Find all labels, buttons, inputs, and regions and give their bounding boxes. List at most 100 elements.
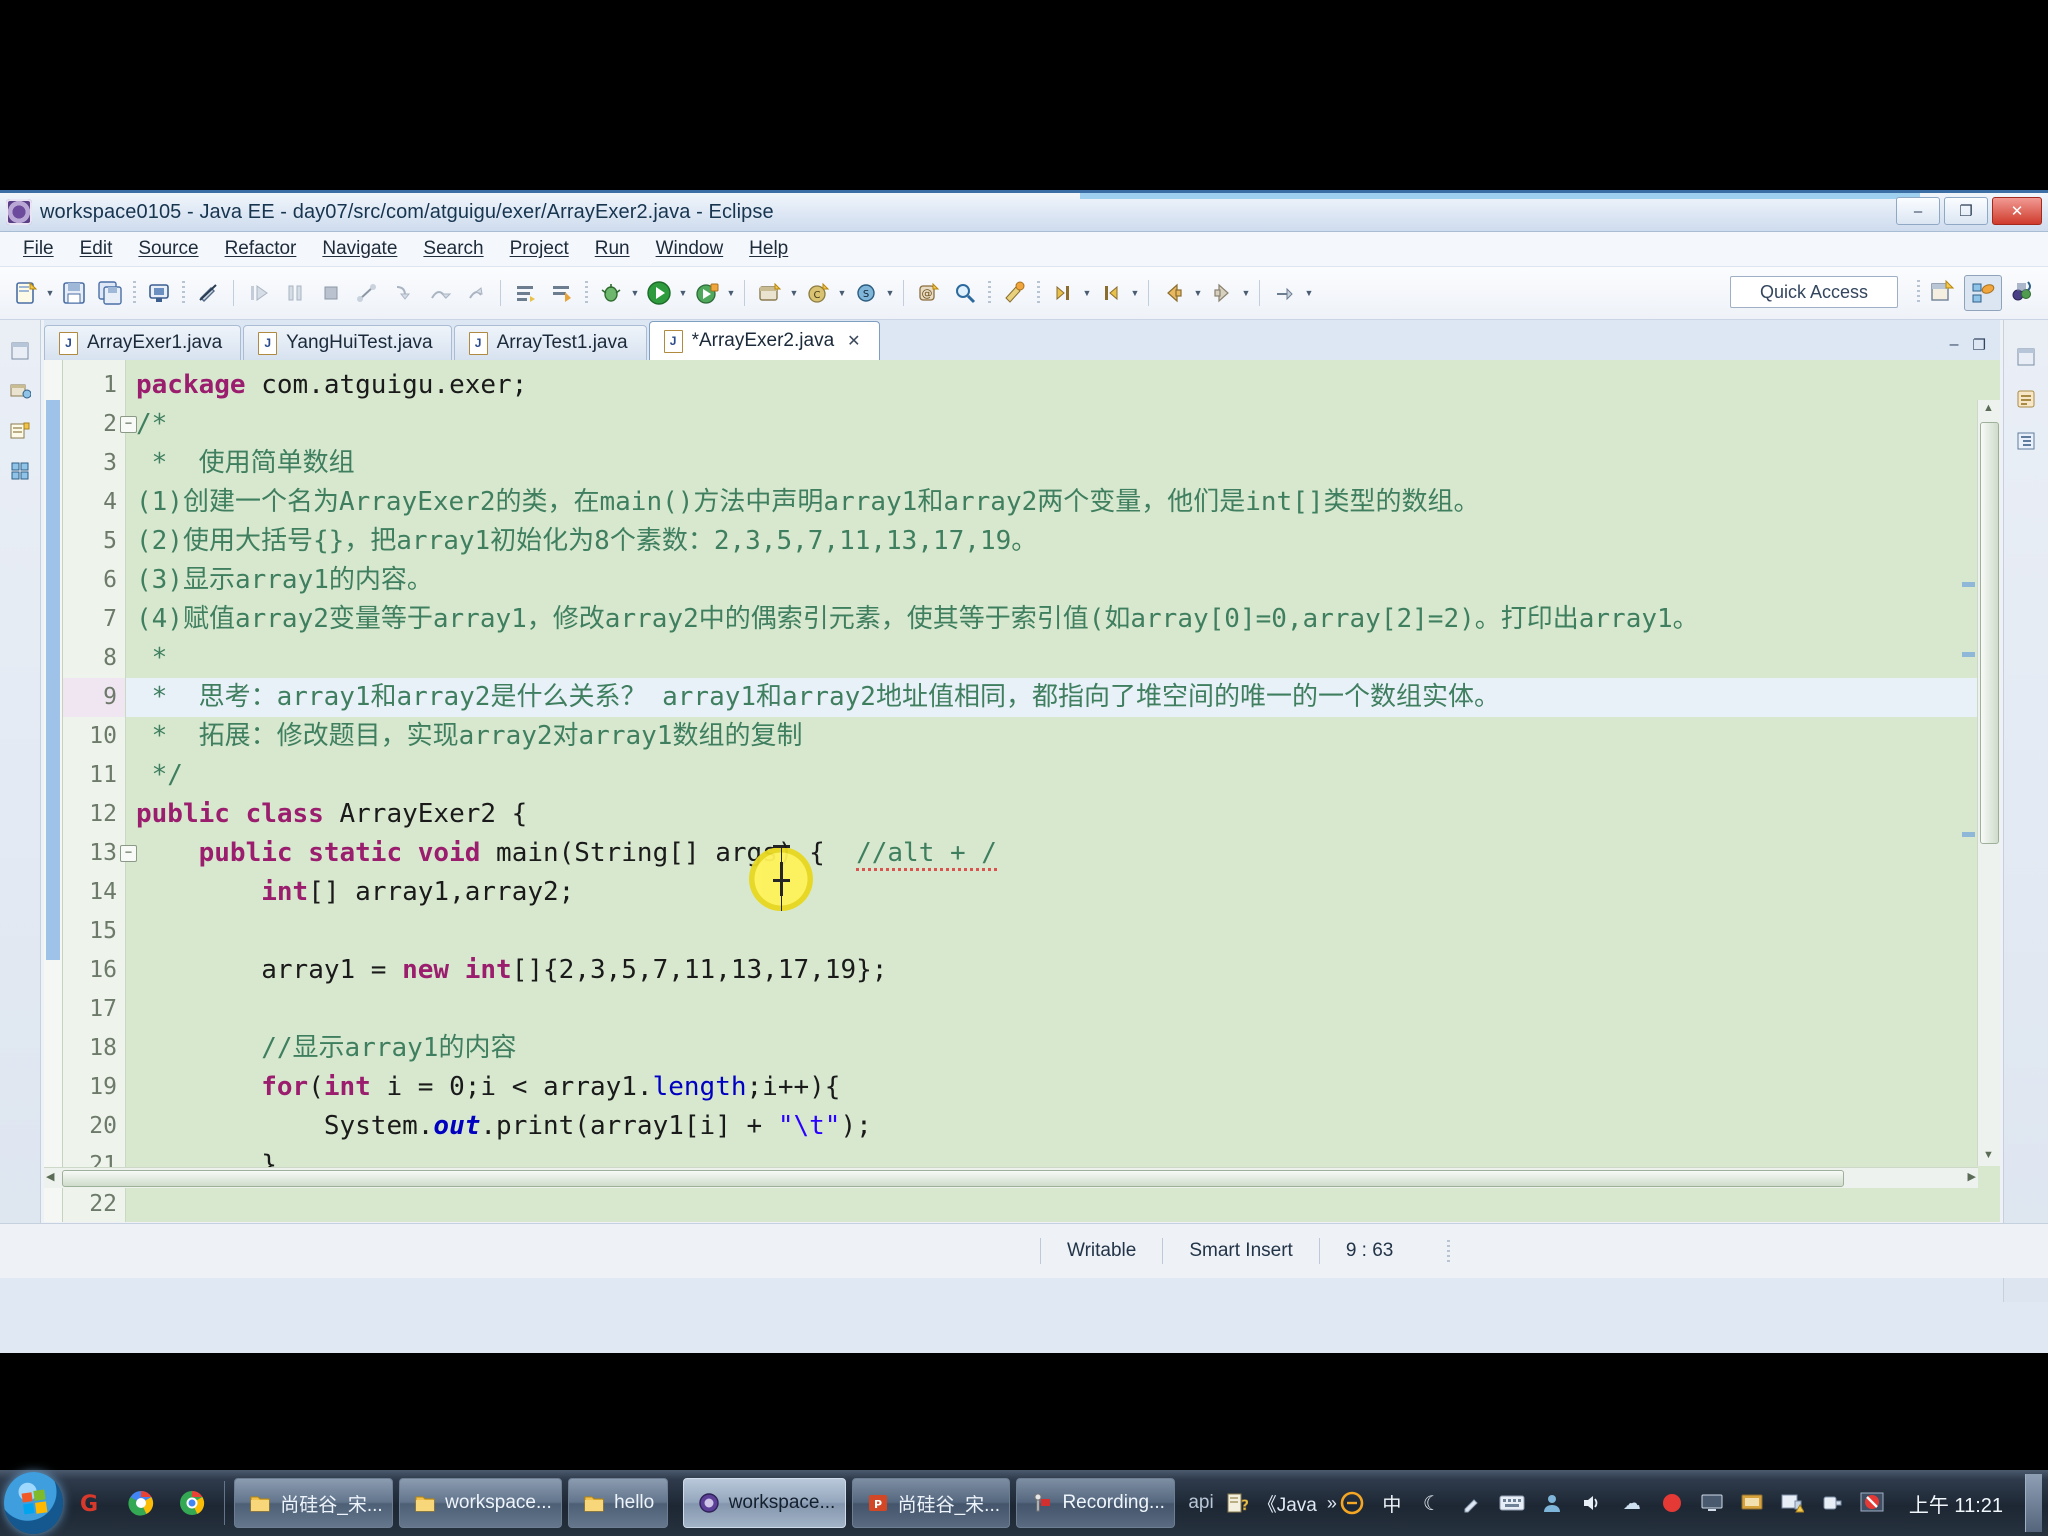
next-annotation-dropdown-arrow[interactable]: ▼ bbox=[1081, 276, 1093, 310]
save-all-icon[interactable] bbox=[93, 276, 127, 310]
debug-dropdown-arrow[interactable]: ▼ bbox=[629, 276, 641, 310]
menu-file[interactable]: File bbox=[10, 234, 67, 264]
task-list-icon[interactable] bbox=[2013, 386, 2039, 412]
taskbar-button-powerpoint[interactable]: P 尚硅谷_宋... bbox=[851, 1478, 1011, 1528]
pencil-icon[interactable] bbox=[1457, 1488, 1487, 1518]
open-type-dropdown-arrow[interactable]: ▼ bbox=[884, 276, 896, 310]
minimize-perspective-icon[interactable] bbox=[2013, 344, 2039, 370]
start-button[interactable] bbox=[4, 1472, 63, 1534]
taskbar-button-recording[interactable]: Recording... bbox=[1016, 1478, 1176, 1528]
run-dropdown-arrow[interactable]: ▼ bbox=[677, 276, 689, 310]
open-perspective-icon[interactable] bbox=[1924, 275, 1960, 309]
api-doc-label[interactable]: api bbox=[1188, 1492, 1213, 1514]
external-tools-icon[interactable] bbox=[690, 276, 724, 310]
horizontal-scrollbar[interactable]: ◀ ▶ bbox=[44, 1167, 1978, 1188]
last-edit-location-icon[interactable] bbox=[997, 276, 1031, 310]
pin-editor-icon[interactable] bbox=[1268, 276, 1302, 310]
menu-refactor[interactable]: Refactor bbox=[212, 234, 310, 264]
taskbar-clock[interactable]: 上午 11:21 bbox=[1897, 1489, 2015, 1518]
monitor-icon[interactable] bbox=[1697, 1488, 1727, 1518]
suspend-icon[interactable] bbox=[278, 276, 312, 310]
new-wizard-icon[interactable] bbox=[9, 276, 43, 310]
ime-mode-label[interactable]: 中 bbox=[1377, 1488, 1407, 1518]
blocked-icon[interactable] bbox=[1857, 1488, 1887, 1518]
help-doc-icon[interactable]: ? bbox=[1224, 1491, 1248, 1515]
debug-icon[interactable] bbox=[594, 276, 628, 310]
menu-project[interactable]: Project bbox=[497, 234, 582, 264]
disconnect-icon[interactable] bbox=[350, 276, 384, 310]
vertical-scrollbar[interactable]: ▲ ▼ bbox=[1977, 400, 2000, 1166]
overview-ruler[interactable] bbox=[1962, 402, 1976, 1222]
record-red-icon[interactable] bbox=[1657, 1488, 1687, 1518]
moon-icon[interactable]: ☾ bbox=[1417, 1488, 1447, 1518]
editor-tab-arrayexer2[interactable]: J *ArrayExer2.java ✕ bbox=[648, 321, 880, 360]
maximize-editor-icon[interactable]: ❐ bbox=[1973, 336, 1986, 354]
new-wizard-dropdown-arrow[interactable]: ▼ bbox=[44, 276, 56, 310]
cloud-icon[interactable]: ☁ bbox=[1617, 1488, 1647, 1518]
gitee-icon[interactable]: G bbox=[67, 1480, 111, 1526]
project-explorer-icon[interactable] bbox=[7, 418, 33, 444]
previous-annotation-dropdown-arrow[interactable]: ▼ bbox=[1129, 276, 1141, 310]
external-tools-dropdown-arrow[interactable]: ▼ bbox=[725, 276, 737, 310]
toggle-mark-occurrences-icon[interactable] bbox=[191, 276, 225, 310]
step-into-icon[interactable] bbox=[386, 276, 420, 310]
minimize-editor-icon[interactable]: – bbox=[1950, 336, 1959, 354]
code-text-area[interactable]: package com.atguigu.exer; /* * 使用简单数组 (1… bbox=[126, 360, 2000, 1222]
maximize-button[interactable]: ❐ bbox=[1944, 197, 1988, 225]
action-center-icon[interactable] bbox=[1777, 1488, 1807, 1518]
menu-help[interactable]: Help bbox=[736, 234, 801, 264]
editor-tab-arrayexer1[interactable]: J ArrayExer1.java bbox=[44, 325, 242, 360]
scroll-right-arrow[interactable]: ▶ bbox=[1968, 1170, 1976, 1183]
drop-to-frame-icon[interactable] bbox=[545, 276, 579, 310]
sogou-input-icon[interactable] bbox=[1337, 1488, 1367, 1518]
editor-tab-yanghuitest[interactable]: J YangHuiTest.java bbox=[243, 325, 452, 360]
java-perspective-icon[interactable] bbox=[2004, 275, 2040, 309]
run-icon[interactable] bbox=[642, 276, 676, 310]
menu-edit[interactable]: Edit bbox=[67, 234, 126, 264]
overflow-chevron-icon[interactable]: » bbox=[1327, 1493, 1337, 1514]
skip-breakpoints-icon[interactable] bbox=[509, 276, 543, 310]
class-dropdown-arrow[interactable]: ▼ bbox=[836, 276, 848, 310]
menu-navigate[interactable]: Navigate bbox=[309, 234, 410, 264]
minimize-button[interactable]: – bbox=[1896, 197, 1940, 225]
scroll-down-arrow[interactable]: ▼ bbox=[1981, 1149, 1996, 1164]
java-doc-label[interactable]: 《Java bbox=[1258, 1490, 1317, 1517]
step-return-icon[interactable] bbox=[458, 276, 492, 310]
pin-editor-dropdown-arrow[interactable]: ▼ bbox=[1303, 276, 1315, 310]
java-ee-perspective-icon[interactable] bbox=[1964, 275, 2002, 311]
menu-run[interactable]: Run bbox=[582, 234, 643, 264]
source-editor[interactable]: 1 2− 3 4 5 6 7 8 9 10 11 12 13− 14 15 16… bbox=[44, 360, 2000, 1222]
editor-tab-arraytest1[interactable]: J ArrayTest1.java bbox=[453, 325, 647, 360]
search-icon[interactable] bbox=[948, 276, 982, 310]
new-java-class-icon[interactable]: C bbox=[801, 276, 835, 310]
show-desktop-button[interactable] bbox=[2025, 1474, 2042, 1532]
vertical-scroll-thumb[interactable] bbox=[1980, 422, 1999, 844]
forward-icon[interactable] bbox=[1205, 276, 1239, 310]
chrome-icon[interactable] bbox=[171, 1480, 215, 1526]
back-dropdown-arrow[interactable]: ▼ bbox=[1192, 276, 1204, 310]
horizontal-scroll-thumb[interactable] bbox=[62, 1170, 1844, 1187]
taskbar-button-folder-workspace[interactable]: workspace... bbox=[399, 1478, 563, 1528]
previous-annotation-icon[interactable] bbox=[1094, 276, 1128, 310]
volume-icon[interactable] bbox=[1577, 1488, 1607, 1518]
menu-source[interactable]: Source bbox=[125, 234, 211, 264]
package-explorer-icon[interactable] bbox=[7, 378, 33, 404]
close-icon[interactable]: ✕ bbox=[847, 331, 860, 351]
menu-window[interactable]: Window bbox=[643, 234, 737, 264]
restore-view-icon[interactable] bbox=[7, 338, 33, 364]
chrome-beta-icon[interactable] bbox=[119, 1480, 163, 1526]
next-annotation-icon[interactable] bbox=[1046, 276, 1080, 310]
menu-search[interactable]: Search bbox=[410, 234, 496, 264]
resume-icon[interactable] bbox=[242, 276, 276, 310]
back-icon[interactable] bbox=[1157, 276, 1191, 310]
print-icon[interactable] bbox=[142, 276, 176, 310]
step-over-icon[interactable] bbox=[422, 276, 456, 310]
screen-share-icon[interactable] bbox=[1737, 1488, 1767, 1518]
keyboard-icon[interactable] bbox=[1497, 1488, 1527, 1518]
scroll-up-arrow[interactable]: ▲ bbox=[1981, 402, 1996, 417]
new-java-package-icon[interactable] bbox=[753, 276, 787, 310]
package-dropdown-arrow[interactable]: ▼ bbox=[788, 276, 800, 310]
outline-icon[interactable] bbox=[2013, 428, 2039, 454]
outline-view-icon[interactable] bbox=[7, 458, 33, 484]
user-icon[interactable] bbox=[1537, 1488, 1567, 1518]
